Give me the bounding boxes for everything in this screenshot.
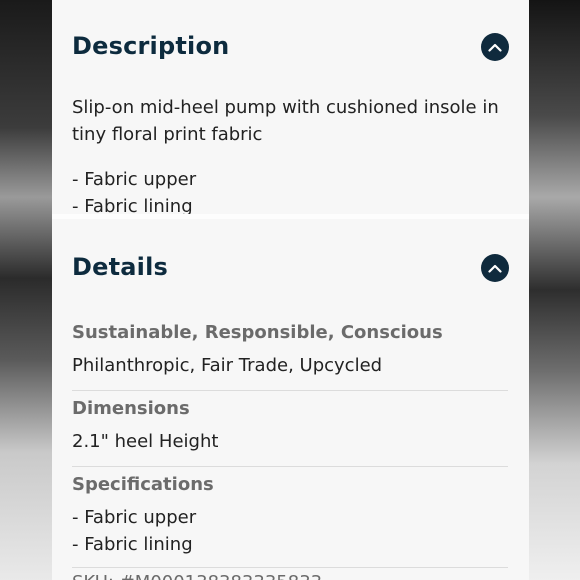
detail-divider [72, 390, 508, 391]
background-left-edge [0, 0, 52, 580]
section-divider [52, 214, 529, 219]
detail-value-specifications: - Fabric upper [72, 507, 197, 528]
description-collapse-button[interactable] [481, 33, 509, 61]
details-collapse-button[interactable] [481, 254, 509, 282]
product-info-panel: Description Slip-on mid-heel pump with c… [52, 0, 529, 580]
description-body-line: tiny floral print fabric [72, 124, 263, 145]
detail-value-dimensions: 2.1" heel Height [72, 431, 219, 452]
details-heading: Details [72, 253, 169, 281]
detail-value-sustainability: Philanthropic, Fair Trade, Upcycled [72, 355, 383, 376]
detail-divider [72, 567, 508, 568]
description-bullet: - Fabric upper [72, 169, 197, 190]
detail-label-specifications: Specifications [72, 474, 214, 495]
detail-value-specifications: - Fabric lining [72, 534, 193, 555]
description-heading: Description [72, 32, 230, 60]
description-body-line: Slip-on mid-heel pump with cushioned ins… [72, 97, 499, 118]
chevron-up-icon [488, 43, 502, 52]
detail-label-sustainability: Sustainable, Responsible, Conscious [72, 322, 443, 343]
chevron-up-icon [488, 264, 502, 273]
sku-text: SKU: #M000138383335833 [72, 572, 322, 580]
background-right-edge [529, 0, 580, 580]
detail-divider [72, 466, 508, 467]
detail-label-dimensions: Dimensions [72, 398, 190, 419]
